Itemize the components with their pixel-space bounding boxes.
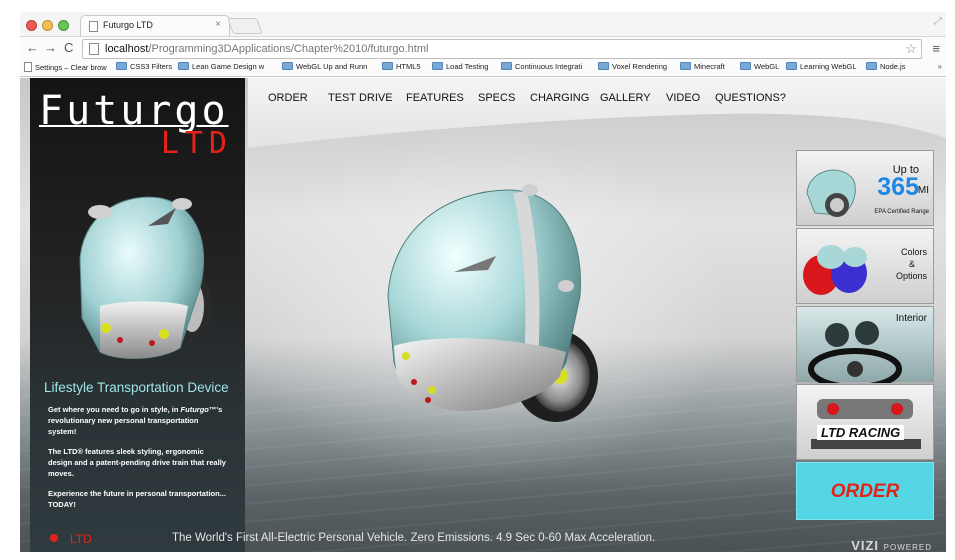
folder-icon [501,62,512,70]
back-arrow-icon[interactable]: ← [26,40,39,55]
nav-gallery[interactable]: GALLERY [600,92,651,104]
interior-tile[interactable]: Interior [796,306,934,383]
bookmark-item[interactable]: Continuous Integrati [501,62,582,71]
bookmark-item[interactable]: Load Testing [432,62,488,71]
browser-window: Futurgo LTD × ⤢ ← → C localhost/Programm… [20,12,946,552]
vizi-wordmark: VIZI [851,538,880,552]
folder-icon [598,62,609,70]
nav-test-drive[interactable]: TEST DRIVE [328,92,393,104]
minimize-window-button[interactable] [42,20,53,31]
nav-charging[interactable]: CHARGING [530,92,589,104]
tagline-title: Lifestyle Transportation Device [44,380,229,395]
range-value: 365 [877,173,919,201]
tab-title: Futurgo LTD [103,20,153,30]
bookmark-item[interactable]: Lean Game Design w [178,62,264,71]
colors-label-1: Colors [900,247,927,257]
folder-icon [680,62,691,70]
nav-questions[interactable]: QUESTIONS? [715,92,786,104]
page-icon [24,62,32,72]
bookmarks-bar: Settings – Clear brow CSS3 Filters Lean … [20,60,946,77]
forward-arrow-icon[interactable]: → [44,40,57,55]
zoom-window-button[interactable] [58,20,69,31]
order-tile[interactable]: ORDER [796,462,934,520]
car-thumbnail [806,169,856,217]
brand-name: Futurgo [180,405,209,414]
page-content: ORDER TEST DRIVE FEATURES SPECS CHARGING… [20,78,946,552]
tagline-paragraph: Experience the future in personal transp… [48,489,226,509]
ltd-logo: LTD [160,126,233,161]
bookmarks-overflow-icon[interactable]: » [938,62,942,71]
race-car-thumbnail [811,399,921,449]
racing-tile[interactable]: LTD RACING [796,384,934,460]
bookmark-item[interactable]: Minecraft [680,62,725,71]
close-window-button[interactable] [26,20,37,31]
fullscreen-icon[interactable]: ⤢ [934,16,942,27]
folder-icon [786,62,797,70]
colors-label-2: & [908,259,915,269]
bookmark-item[interactable]: CSS3 Filters [116,62,172,71]
colors-label-3: Options [895,271,927,281]
browser-toolbar: ← → C localhost/Programming3DApplication… [20,36,946,60]
interior-label: Interior [895,313,927,324]
url-path: /Programming3DApplications/Chapter%2010/… [148,43,429,55]
nav-order[interactable]: ORDER [268,92,308,104]
main-car-3d-viewer[interactable] [370,176,610,426]
footer-tagline: The World's First All-Electric Personal … [172,532,656,544]
tab-close-icon[interactable]: × [215,19,221,30]
address-bar[interactable]: localhost/Programming3DApplications/Chap… [82,39,922,59]
top-navigation: ORDER TEST DRIVE FEATURES SPECS CHARGING… [248,78,946,152]
tagline-body: Get where you need to go in style, in Fu… [48,404,228,519]
page-icon [89,43,99,55]
footer-ltd[interactable]: LTD [50,532,92,546]
bookmark-item[interactable]: Voxel Rendering [598,62,667,71]
url-text[interactable]: localhost/Programming3DApplications/Chap… [105,43,428,55]
nav-video[interactable]: VIDEO [666,92,700,104]
folder-icon [432,62,443,70]
bookmark-star-icon[interactable]: ☆ [905,41,917,57]
folder-icon [178,62,189,70]
tagline-paragraph: The LTD® features sleek styling, ergonom… [48,447,226,478]
bookmark-item[interactable]: WebGL [740,62,779,71]
folder-icon [116,62,127,70]
bookmark-item[interactable]: Settings – Clear brow [24,62,107,72]
nav-specs[interactable]: SPECS [478,92,515,104]
vizi-powered-logo: VIZI POWERED [851,538,932,552]
powered-label: POWERED [883,543,932,552]
footer-ltd-label: LTD [70,532,92,546]
tab-strip: Futurgo LTD × ⤢ [20,12,946,36]
tagline-paragraph: Get where you need to go in style, in Fu… [48,404,228,437]
nav-features[interactable]: FEATURES [406,92,464,104]
bookmark-item[interactable]: WebGL Up and Runn [282,62,367,71]
right-panel: Up to 365 MI EPA Certified Range Colors … [796,150,936,530]
range-unit: MI [917,185,929,196]
bookmark-item[interactable]: HTML5 [382,62,421,71]
colors-tile[interactable]: Colors & Options [796,228,934,304]
folder-icon [740,62,751,70]
folder-icon [282,62,293,70]
url-host: localhost [105,43,149,55]
new-tab-button[interactable] [227,18,263,34]
bookmark-item[interactable]: Node.js [866,62,905,71]
colored-cars-thumbnail [803,245,867,295]
left-panel: Futurgo LTD Lifestyle Transportation Dev… [30,78,245,552]
folder-icon [866,62,877,70]
menu-icon[interactable]: ≡ [932,41,940,56]
order-button-label: ORDER [830,481,900,502]
reload-icon[interactable]: C [64,40,73,55]
small-car-image [79,196,212,359]
page-icon [89,21,98,32]
range-note: EPA Certified Range [874,209,929,215]
racing-label: LTD RACING [817,425,905,440]
range-tile[interactable]: Up to 365 MI EPA Certified Range [796,150,934,226]
tab-futurgo[interactable]: Futurgo LTD × [80,15,230,36]
bookmark-item[interactable]: Learning WebGL [786,62,857,71]
status-dot-icon [50,534,58,542]
folder-icon [382,62,393,70]
text-span: Get where you need to go in style, in [48,405,181,414]
